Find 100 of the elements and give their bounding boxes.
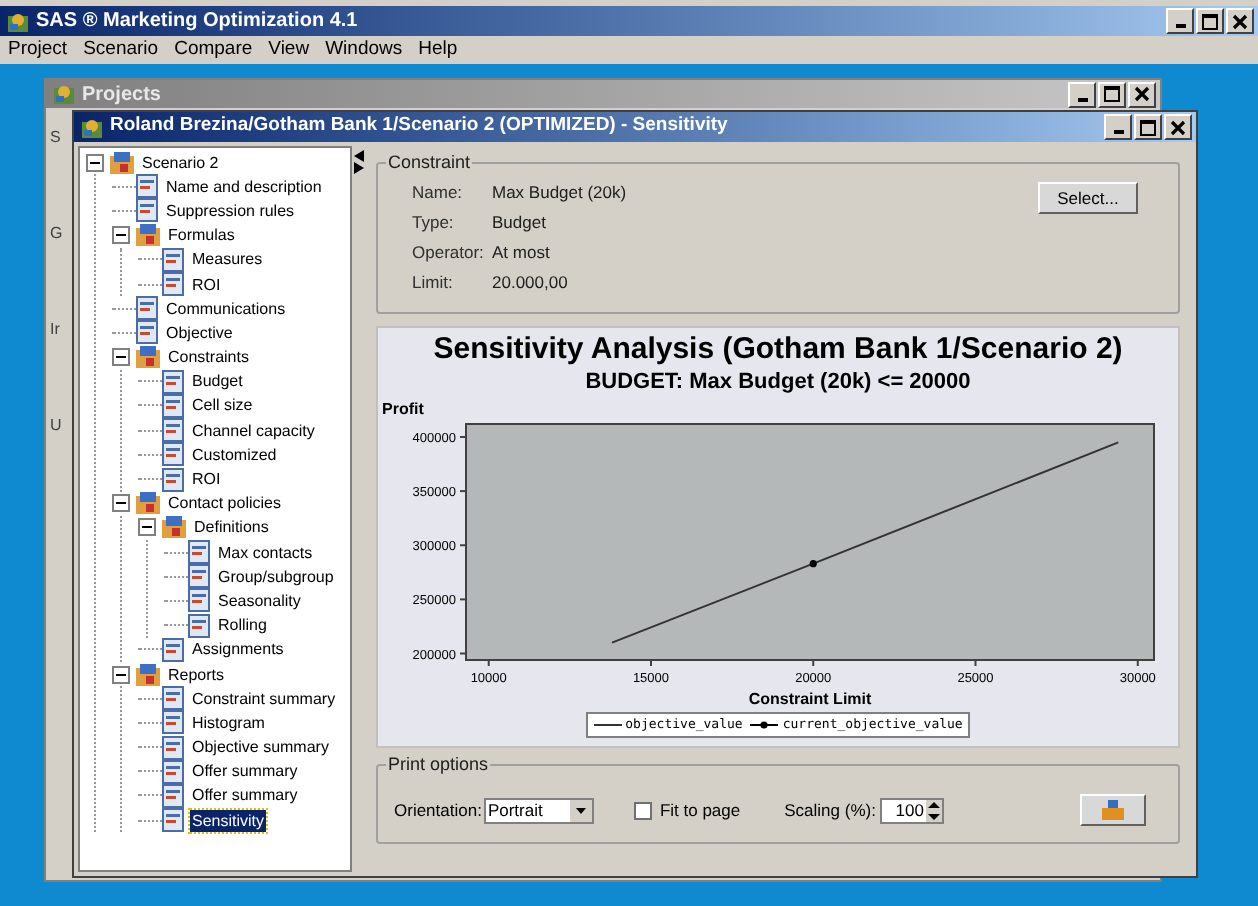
document-icon — [162, 808, 184, 833]
hidden-list-text: U — [50, 416, 64, 436]
document-icon — [162, 686, 184, 711]
tree-item[interactable]: Definitions — [192, 516, 271, 539]
app-icon — [52, 82, 76, 106]
tree-item[interactable]: Offer summary — [190, 760, 300, 783]
close-icon — [1170, 119, 1186, 135]
tree-item[interactable]: Reports — [166, 663, 227, 686]
document-icon — [136, 198, 158, 223]
document-icon — [162, 393, 184, 418]
current-value-marker — [809, 560, 817, 568]
close-icon — [1232, 13, 1248, 29]
tree-item[interactable]: Communications — [164, 297, 288, 320]
app-icon — [6, 9, 30, 33]
document-icon — [162, 710, 184, 735]
tree-item[interactable]: Name and description — [164, 175, 324, 198]
tree-item[interactable]: Group/subgroup — [216, 565, 336, 588]
collapse-icon[interactable] — [112, 226, 130, 245]
hidden-list-text: Ir — [50, 320, 62, 340]
minimize-button[interactable] — [1104, 114, 1132, 140]
menu-item[interactable]: Compare — [174, 35, 253, 65]
hidden-list-text: G — [50, 224, 65, 244]
document-icon — [162, 272, 184, 297]
app-icon — [80, 115, 104, 139]
tree-item[interactable]: Scenario 2 — [140, 151, 221, 174]
collapse-icon[interactable] — [112, 348, 130, 367]
y-axis-label: Profit — [382, 400, 424, 418]
folder-icon — [110, 151, 134, 174]
close-button[interactable] — [1164, 114, 1192, 140]
document-icon — [136, 296, 158, 321]
collapse-icon[interactable] — [112, 494, 130, 513]
legend-line-icon — [593, 720, 622, 730]
document-icon — [162, 783, 184, 808]
x-axis-label: Constraint Limit — [748, 690, 872, 708]
maximize-button[interactable] — [1134, 114, 1162, 140]
tree-item[interactable]: Suppression rules — [164, 199, 297, 222]
folder-icon — [136, 346, 160, 369]
close-button[interactable] — [1226, 8, 1254, 34]
maximize-button[interactable] — [1196, 8, 1224, 34]
scaling-spinner[interactable]: 100 — [879, 797, 944, 823]
tree-item[interactable]: Customized — [190, 443, 279, 466]
document-icon — [162, 442, 184, 467]
spinner-arrows-icon — [925, 799, 942, 821]
minimize-button[interactable] — [1068, 81, 1096, 107]
select-button[interactable]: Select... — [1038, 182, 1138, 214]
folder-icon — [136, 663, 160, 686]
tree-item[interactable]: Assignments — [190, 638, 286, 661]
tree-item[interactable]: Histogram — [190, 711, 267, 734]
close-button[interactable] — [1128, 81, 1156, 107]
folder-icon — [136, 224, 160, 247]
print-button[interactable] — [1080, 794, 1146, 826]
collapse-icon[interactable] — [112, 665, 130, 684]
tree-item[interactable]: ROI — [190, 468, 223, 491]
menu-item[interactable]: Project — [8, 35, 68, 65]
minimize-button[interactable] — [1166, 8, 1194, 34]
field-value: 20.000,00 — [492, 272, 568, 294]
menu-item[interactable]: Help — [418, 35, 458, 65]
tree-item[interactable]: Formulas — [166, 224, 237, 247]
tree-item[interactable]: Constraints — [166, 346, 251, 369]
tree-item[interactable]: Objective — [164, 321, 235, 344]
maximize-icon — [1140, 119, 1156, 135]
menu-item[interactable]: Windows — [325, 35, 403, 65]
tree-item[interactable]: Offer summary — [190, 784, 300, 807]
tree-item[interactable]: Measures — [190, 248, 265, 271]
tree-item[interactable]: Seasonality — [216, 589, 303, 612]
tree-item[interactable]: Constraint summary — [190, 687, 338, 710]
field-label: Name: — [412, 182, 465, 204]
printer-icon — [1102, 800, 1124, 820]
splitter-arrows-icon[interactable] — [353, 150, 364, 174]
document-icon — [162, 637, 184, 662]
document-icon — [136, 174, 158, 199]
tree-item[interactable]: Rolling — [216, 614, 269, 637]
field-label: Type: — [412, 212, 456, 234]
menu-item[interactable]: View — [268, 35, 310, 65]
checkbox[interactable] — [633, 801, 652, 819]
tree-item[interactable]: Sensitivity — [190, 809, 267, 832]
close-icon — [1134, 86, 1150, 102]
document-icon — [162, 735, 184, 760]
maximize-icon — [1202, 13, 1218, 29]
tree-item[interactable]: Cell size — [190, 394, 255, 417]
collapse-icon[interactable] — [86, 153, 104, 172]
tree-item[interactable]: Budget — [190, 370, 245, 393]
group-title: Print options — [386, 752, 491, 779]
minimize-icon — [1113, 130, 1123, 134]
tree-item[interactable]: Max contacts — [216, 541, 315, 564]
document-icon — [188, 613, 210, 638]
tree-item[interactable]: ROI — [190, 273, 223, 296]
orientation-dropdown[interactable]: Portrait — [483, 797, 594, 823]
maximize-button[interactable] — [1098, 81, 1126, 107]
tree-item[interactable]: Objective summary — [190, 736, 331, 759]
window-title: SAS ® Marketing Optimization 4.1 — [36, 8, 360, 36]
legend-line-icon — [750, 720, 779, 730]
document-icon — [162, 247, 184, 272]
tree-item[interactable]: Contact policies — [166, 492, 283, 515]
menu-item[interactable]: Scenario — [83, 35, 159, 65]
document-icon — [162, 418, 184, 443]
folder-icon — [162, 516, 186, 539]
minimize-icon — [1175, 24, 1185, 28]
tree-item[interactable]: Channel capacity — [190, 419, 317, 442]
collapse-icon[interactable] — [138, 518, 156, 537]
